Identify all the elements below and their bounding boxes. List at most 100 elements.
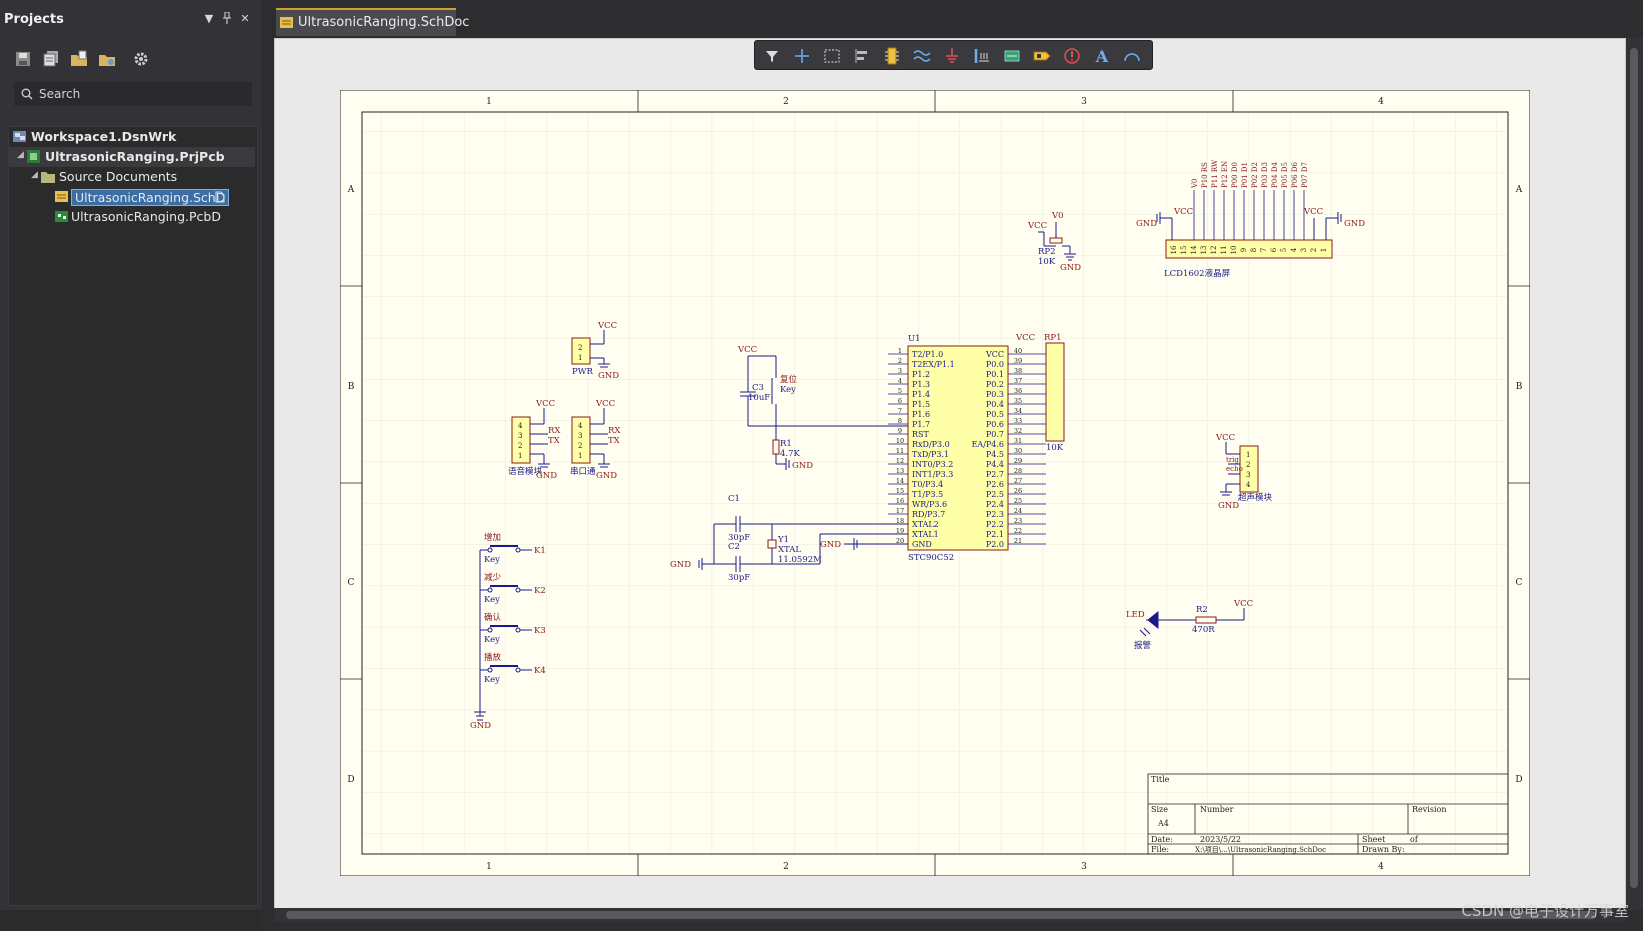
mcu-pin-number: 33 (1014, 417, 1022, 425)
project-tree: Workspace1.DsnWrk ◢ UltrasonicRanging.Pr… (8, 126, 258, 906)
port-icon[interactable] (1031, 45, 1053, 67)
tree-item-source-documents[interactable]: ◢ Source Documents (9, 167, 255, 187)
mcu-pin-number: 27 (1014, 477, 1022, 485)
panel-close-icon[interactable]: ✕ (238, 12, 252, 25)
mcu-pin-number: 31 (1014, 437, 1022, 445)
svg-text:3: 3 (578, 432, 582, 440)
mcu-pin-number: 9 (898, 427, 902, 435)
mcu-pin-number: 11 (896, 447, 904, 455)
collapse-arrow-icon[interactable]: ◢ (31, 170, 38, 180)
c2-value: 30pF (728, 573, 750, 583)
lcd-pin-number: 14 (1190, 245, 1198, 254)
document-tab[interactable]: UltrasonicRanging.SchDoc (276, 8, 469, 36)
component-icon[interactable] (881, 45, 903, 67)
sheet-label: Sheet (1362, 835, 1386, 844)
collapse-arrow-icon[interactable]: ◢ (17, 150, 24, 160)
mcu-pin-name: P0.6 (986, 420, 1004, 429)
mcu-pin-name: P1.5 (912, 400, 930, 409)
lcd-pin-number: 5 (1280, 248, 1288, 252)
ultra-gnd: GND (1218, 501, 1239, 511)
projects-panel: Projects ▼ ✕ Workspace1.DsnWrk ◢ (0, 0, 262, 931)
mcu-pin-name: P0.3 (986, 390, 1004, 399)
save-icon[interactable] (14, 50, 32, 68)
mcu-pin-name: INT1/P3.3 (912, 470, 953, 479)
mcu-pin-number: 13 (896, 467, 904, 475)
mcu-pin-name: WR/P3.6 (912, 500, 947, 509)
lcd-net-label: P12 EN (1221, 161, 1229, 188)
r1-value: 4.7K (780, 449, 801, 459)
text-icon[interactable]: A (1091, 45, 1113, 67)
lcd-net-label: P01 D1 (1241, 162, 1249, 188)
panel-pin-icon[interactable] (220, 11, 234, 27)
mcu-pin-number: 38 (1014, 367, 1022, 375)
ultra-vcc: VCC (1215, 433, 1235, 443)
mcu-pin-name: P0.0 (986, 360, 1004, 369)
horizontal-scrollbar-thumb[interactable] (286, 911, 1596, 919)
panel-menu-chevron-icon[interactable]: ▼ (202, 12, 216, 25)
open-folder-icon[interactable] (70, 50, 88, 68)
select-rect-icon[interactable] (821, 45, 843, 67)
r2-value: 470R (1192, 625, 1215, 635)
lcd-net-label: P11 RW (1211, 159, 1219, 188)
mcu-pin-number: 37 (1014, 377, 1022, 385)
zone-col-label: 1 (486, 97, 492, 107)
tree-item-label: Source Documents (59, 169, 178, 184)
tree-item-workspace[interactable]: Workspace1.DsnWrk (9, 127, 255, 147)
lcd-pin-number: 1 (1320, 248, 1328, 252)
mcu-pin-number: 30 (1014, 447, 1022, 455)
key-type-label: Key (484, 555, 500, 565)
reset-gnd: GND (792, 461, 813, 471)
zone-col-label: 3 (1081, 97, 1087, 107)
lcd-pin-number: 6 (1270, 247, 1278, 252)
zone-row-label: C (1516, 578, 1523, 588)
directive-icon[interactable] (1061, 45, 1083, 67)
vertical-scrollbar[interactable] (1626, 38, 1643, 910)
serial-module-label: 串口通 (570, 466, 596, 477)
mcu-pin-number: 34 (1014, 407, 1022, 415)
tree-item-schdoc[interactable]: UltrasonicRanging.SchD (9, 187, 255, 207)
zone-row-label: D (1515, 775, 1522, 785)
mcu-pin-number: 17 (896, 507, 904, 515)
panel-bottom-tabs (0, 910, 262, 931)
gear-icon[interactable] (132, 50, 150, 68)
search-input[interactable] (39, 85, 239, 103)
mcu-pin-name: T0/P3.4 (912, 480, 943, 489)
tree-item-pcbdoc[interactable]: UltrasonicRanging.PcbD (9, 207, 255, 227)
mcu-pin-number: 8 (898, 417, 902, 425)
bus-icon[interactable] (971, 45, 993, 67)
mcu-pin-number: 15 (896, 487, 904, 495)
ultra-trig: trig (1226, 456, 1239, 464)
rp2-gnd: GND (1060, 263, 1081, 273)
mcu-pin-name: RST (912, 430, 930, 439)
harness-icon[interactable] (1001, 45, 1023, 67)
tree-item-label: UltrasonicRanging.PcbD (71, 209, 221, 224)
gnd-power-icon[interactable] (941, 45, 963, 67)
rp2-v0: V0 (1051, 211, 1064, 221)
document-modified-icon (215, 191, 225, 203)
mcu-name: STC90C52 (908, 553, 954, 563)
align-icon[interactable] (851, 45, 873, 67)
svg-text:1: 1 (518, 452, 522, 460)
mcu-pin-name: T2EX/P1.1 (912, 360, 955, 369)
tree-item-project[interactable]: ◢ UltrasonicRanging.PrjPcb (9, 147, 255, 167)
c3-ref: C3 (752, 383, 764, 393)
zone-col-label: 3 (1081, 862, 1087, 872)
crosshair-icon[interactable] (791, 45, 813, 67)
search-box[interactable] (14, 82, 252, 106)
project-options-icon[interactable] (98, 50, 116, 68)
save-all-icon[interactable] (42, 50, 60, 68)
keys-gnd: GND (470, 721, 491, 731)
mcu-pin-number: 23 (1014, 517, 1022, 525)
document-tab-label: UltrasonicRanging.SchDoc (298, 15, 470, 30)
horizontal-scrollbar[interactable] (274, 908, 1626, 922)
size-label: Size (1151, 805, 1168, 814)
arc-icon[interactable] (1121, 45, 1143, 67)
lcd-net-label: P05 D5 (1281, 162, 1289, 188)
lcd-pin-number: 4 (1290, 247, 1298, 252)
wire-icon[interactable] (911, 45, 933, 67)
filter-icon[interactable] (761, 45, 783, 67)
altium-window: Projects ▼ ✕ Workspace1.DsnWrk ◢ (0, 0, 1643, 931)
vertical-scrollbar-thumb[interactable] (1630, 48, 1638, 888)
key-function-label: 减少 (484, 572, 502, 583)
zone-row-label: D (347, 775, 354, 785)
